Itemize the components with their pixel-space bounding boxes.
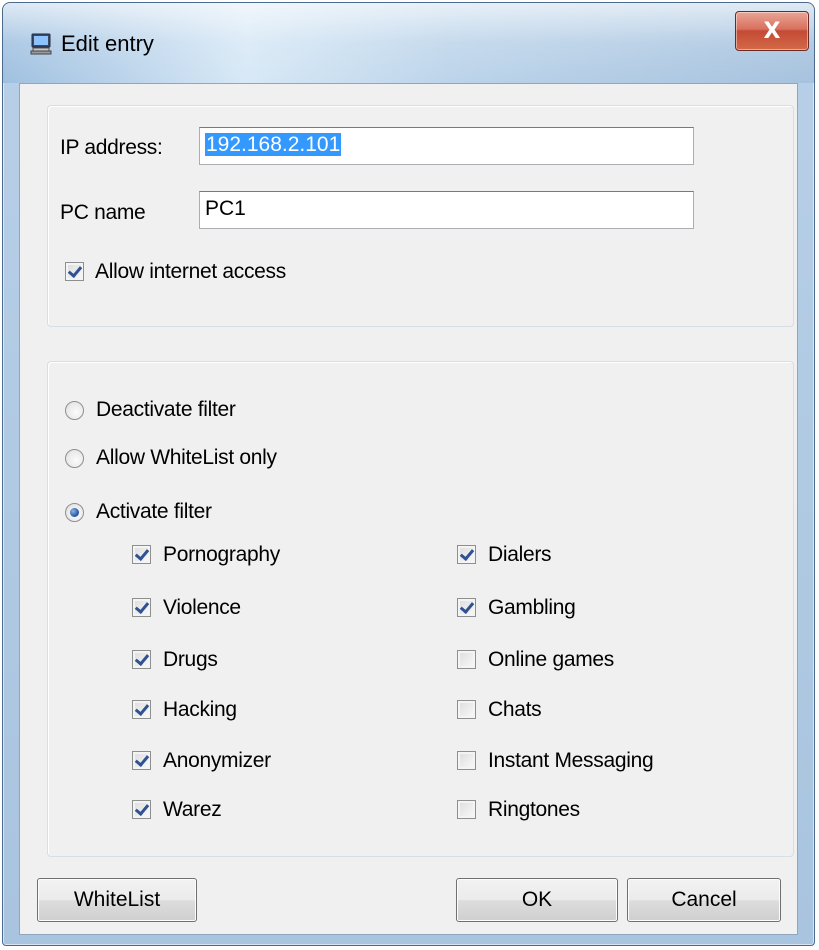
dialog-body: IP address: 192.168.2.101 PC name PC1 Al… <box>19 83 798 935</box>
gambling-checkbox[interactable] <box>457 598 476 617</box>
chats-checkbox[interactable] <box>457 700 476 719</box>
online-games-checkbox[interactable] <box>457 650 476 669</box>
dialers-label[interactable]: Dialers <box>488 543 552 567</box>
ip-address-field[interactable]: 192.168.2.101 <box>199 127 694 165</box>
instant-messaging-checkbox[interactable] <box>457 751 476 770</box>
drugs-label[interactable]: Drugs <box>163 648 218 672</box>
deactivate-filter-label[interactable]: Deactivate filter <box>96 398 236 422</box>
pc-name-label: PC name <box>60 201 146 224</box>
allow-internet-label[interactable]: Allow internet access <box>95 260 286 284</box>
anonymizer-label[interactable]: Anonymizer <box>163 749 271 773</box>
window-title: Edit entry <box>61 31 154 56</box>
online-games-label[interactable]: Online games <box>488 648 614 672</box>
ip-address-value: 192.168.2.101 <box>205 133 342 156</box>
ip-address-label: IP address: <box>60 136 163 159</box>
warez-label[interactable]: Warez <box>163 798 222 822</box>
close-icon: X <box>763 18 781 44</box>
hacking-label[interactable]: Hacking <box>163 698 237 722</box>
ok-button[interactable]: OK <box>456 878 618 922</box>
pc-name-value: PC1 <box>205 197 246 220</box>
violence-checkbox[interactable] <box>132 598 151 617</box>
allow-whitelist-radio[interactable] <box>65 449 84 468</box>
close-button[interactable]: X <box>735 11 809 51</box>
drugs-checkbox[interactable] <box>132 650 151 669</box>
activate-filter-radio[interactable] <box>65 503 84 522</box>
deactivate-filter-radio[interactable] <box>65 401 84 420</box>
computer-icon <box>30 33 52 55</box>
pornography-label[interactable]: Pornography <box>163 543 280 567</box>
edit-entry-dialog: Edit entry X IP address: 192.168.2.101 P… <box>2 2 815 946</box>
cancel-button[interactable]: Cancel <box>627 878 781 922</box>
instant-messaging-label[interactable]: Instant Messaging <box>488 749 654 773</box>
anonymizer-checkbox[interactable] <box>132 751 151 770</box>
ringtones-label[interactable]: Ringtones <box>488 798 580 822</box>
allow-whitelist-label[interactable]: Allow WhiteList only <box>96 446 277 470</box>
dialers-checkbox[interactable] <box>457 545 476 564</box>
gambling-label[interactable]: Gambling <box>488 596 576 620</box>
activate-filter-label[interactable]: Activate filter <box>96 500 212 524</box>
ringtones-checkbox[interactable] <box>457 800 476 819</box>
title-bar[interactable]: Edit entry X <box>3 3 814 83</box>
pornography-checkbox[interactable] <box>132 545 151 564</box>
hacking-checkbox[interactable] <box>132 700 151 719</box>
pc-name-field[interactable]: PC1 <box>199 191 694 229</box>
filter-group <box>47 361 794 857</box>
violence-label[interactable]: Violence <box>163 596 241 620</box>
allow-internet-checkbox[interactable] <box>65 262 84 281</box>
chats-label[interactable]: Chats <box>488 698 542 722</box>
whitelist-button[interactable]: WhiteList <box>37 878 197 922</box>
warez-checkbox[interactable] <box>132 800 151 819</box>
